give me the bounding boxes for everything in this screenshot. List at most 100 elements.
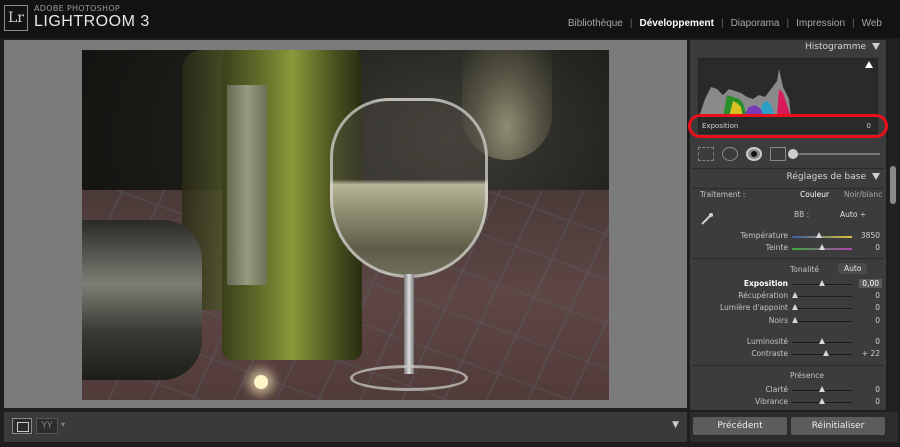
slider-label: Exposition xyxy=(743,279,788,288)
slider-value[interactable]: 0 xyxy=(875,303,880,312)
slider-row-brightness[interactable]: Luminosité 0 xyxy=(690,336,886,348)
slider-row-fill-light[interactable]: Lumière d'appoint 0 xyxy=(690,302,886,314)
slider-value[interactable]: + 22 xyxy=(862,349,880,358)
develop-tool-strip xyxy=(698,144,880,164)
slider-thumb[interactable] xyxy=(792,292,798,298)
slider-value[interactable]: 0 xyxy=(875,316,880,325)
adjustment-brush-slider[interactable] xyxy=(788,149,880,159)
module-develop[interactable]: Développement xyxy=(639,18,713,29)
photo-preview[interactable] xyxy=(82,50,609,400)
slider-thumb[interactable] xyxy=(819,244,825,250)
photo-light-sparkle xyxy=(254,375,268,389)
slider-row-contrast[interactable]: Contraste + 22 xyxy=(690,348,886,360)
toolbar-menu-icon[interactable]: ▼ xyxy=(672,420,679,430)
photo-wine-glass-bowl xyxy=(330,98,488,278)
slider-label: Noirs xyxy=(768,316,788,325)
basic-panel-title: Réglages de base xyxy=(786,172,866,182)
slider-thumb[interactable] xyxy=(819,338,825,344)
slider-value[interactable]: 0 xyxy=(875,291,880,300)
panel-divider xyxy=(692,258,884,259)
slider-track[interactable] xyxy=(792,296,852,297)
top-bar: Lr ADOBE PHOTOSHOP LIGHTROOM 3 Bibliothè… xyxy=(0,0,900,38)
before-after-dropdown-icon[interactable]: ▾ xyxy=(61,420,65,429)
slider-thumb[interactable] xyxy=(819,280,825,286)
white-balance-dropper-icon[interactable] xyxy=(700,212,714,226)
photo-wine-glass-foot xyxy=(350,365,468,391)
slider-value[interactable]: 0 xyxy=(875,397,880,406)
highlight-clipping-icon[interactable] xyxy=(865,61,873,68)
slider-thumb[interactable] xyxy=(816,232,822,238)
slider-track[interactable] xyxy=(792,321,852,322)
slider-row-recovery[interactable]: Récupération 0 xyxy=(690,290,886,302)
photo-metal-object xyxy=(82,220,202,380)
highlight-annotation-ring xyxy=(688,114,888,138)
treatment-label: Traitement : xyxy=(700,190,746,199)
crop-icon[interactable] xyxy=(698,147,714,161)
graduated-filter-icon[interactable] xyxy=(770,147,786,161)
auto-tone-button[interactable]: Auto xyxy=(838,263,868,274)
panel-divider xyxy=(692,188,884,189)
slider-value[interactable]: 0 xyxy=(875,385,880,394)
slider-row-vibrance[interactable]: Vibrance 0 xyxy=(690,396,886,408)
red-eye-icon[interactable] xyxy=(746,147,762,161)
slider-row-tint[interactable]: Teinte 0 xyxy=(690,242,886,254)
slider-label: Luminosité xyxy=(746,337,788,346)
scrollbar-thumb[interactable] xyxy=(890,166,896,204)
app-title: LIGHTROOM 3 xyxy=(34,13,150,30)
slider-row-blacks[interactable]: Noirs 0 xyxy=(690,315,886,327)
spot-removal-icon[interactable] xyxy=(722,147,738,161)
bottom-toolbar: YY ▾ ▼ xyxy=(4,412,687,442)
slider-row-clarity[interactable]: Clarté 0 xyxy=(690,384,886,396)
slider-row-temperature[interactable]: Température 3850 xyxy=(690,230,886,242)
treatment-bw-option[interactable]: Noir/blanc xyxy=(844,190,882,199)
slider-value[interactable]: 0 xyxy=(875,243,880,252)
app-vendor: ADOBE PHOTOSHOP xyxy=(34,4,121,13)
lightroom-logo: Lr xyxy=(4,5,28,31)
module-slideshow[interactable]: Diaporama xyxy=(731,18,780,29)
right-panel: Histogramme Exposition 0 Réglages de bas… xyxy=(688,40,888,410)
basic-panel-header[interactable]: Réglages de base xyxy=(690,170,886,186)
slider-label: Température xyxy=(740,231,788,240)
slider-value[interactable]: 3850 xyxy=(861,231,880,240)
histogram-title: Histogramme xyxy=(805,42,866,52)
histogram-header[interactable]: Histogramme xyxy=(690,40,886,56)
slider-track[interactable] xyxy=(792,236,852,238)
slider-thumb[interactable] xyxy=(819,386,825,392)
module-print[interactable]: Impression xyxy=(796,18,845,29)
slider-value[interactable]: 0,00 xyxy=(859,279,882,288)
slider-thumb[interactable] xyxy=(792,317,798,323)
module-separator: | xyxy=(852,18,855,29)
module-separator: | xyxy=(629,18,633,29)
slider-track[interactable] xyxy=(792,308,852,309)
white-balance-select[interactable]: Auto ÷ xyxy=(840,210,866,219)
right-panel-scrollbar[interactable] xyxy=(888,40,898,410)
slider-track[interactable] xyxy=(792,354,852,355)
module-separator: | xyxy=(786,18,790,29)
slider-row-exposure[interactable]: Exposition 0,00 xyxy=(690,278,886,290)
slider-thumb[interactable] xyxy=(819,398,825,404)
treatment-color-option[interactable]: Couleur xyxy=(800,190,829,199)
slider-label: Récupération xyxy=(738,291,788,300)
photo-bottle-label xyxy=(227,85,267,285)
module-web[interactable]: Web xyxy=(862,18,882,29)
loupe-view-button[interactable] xyxy=(12,418,32,434)
module-separator: | xyxy=(720,18,724,29)
before-after-button[interactable]: YY xyxy=(36,418,58,434)
reset-button[interactable]: Réinitialiser xyxy=(791,417,885,435)
module-library[interactable]: Bibliothèque xyxy=(568,18,623,29)
collapse-triangle-icon[interactable] xyxy=(872,173,880,180)
slider-value[interactable]: 0 xyxy=(875,337,880,346)
slider-thumb[interactable] xyxy=(823,350,829,356)
slider-label: Lumière d'appoint xyxy=(719,303,788,312)
panel-divider xyxy=(692,168,884,169)
tone-section-label: Tonalité xyxy=(790,265,819,274)
collapse-triangle-icon[interactable] xyxy=(872,43,880,50)
slider-label: Clarté xyxy=(765,385,788,394)
slider-thumb[interactable] xyxy=(792,304,798,310)
photo-wine-glass-stem xyxy=(404,274,414,374)
panel-divider xyxy=(692,365,884,366)
white-balance-label: BB : xyxy=(794,210,810,219)
slider-label: Vibrance xyxy=(755,397,788,406)
right-panel-footer: Précédent Réinitialiser xyxy=(690,412,898,442)
previous-button[interactable]: Précédent xyxy=(693,417,787,435)
